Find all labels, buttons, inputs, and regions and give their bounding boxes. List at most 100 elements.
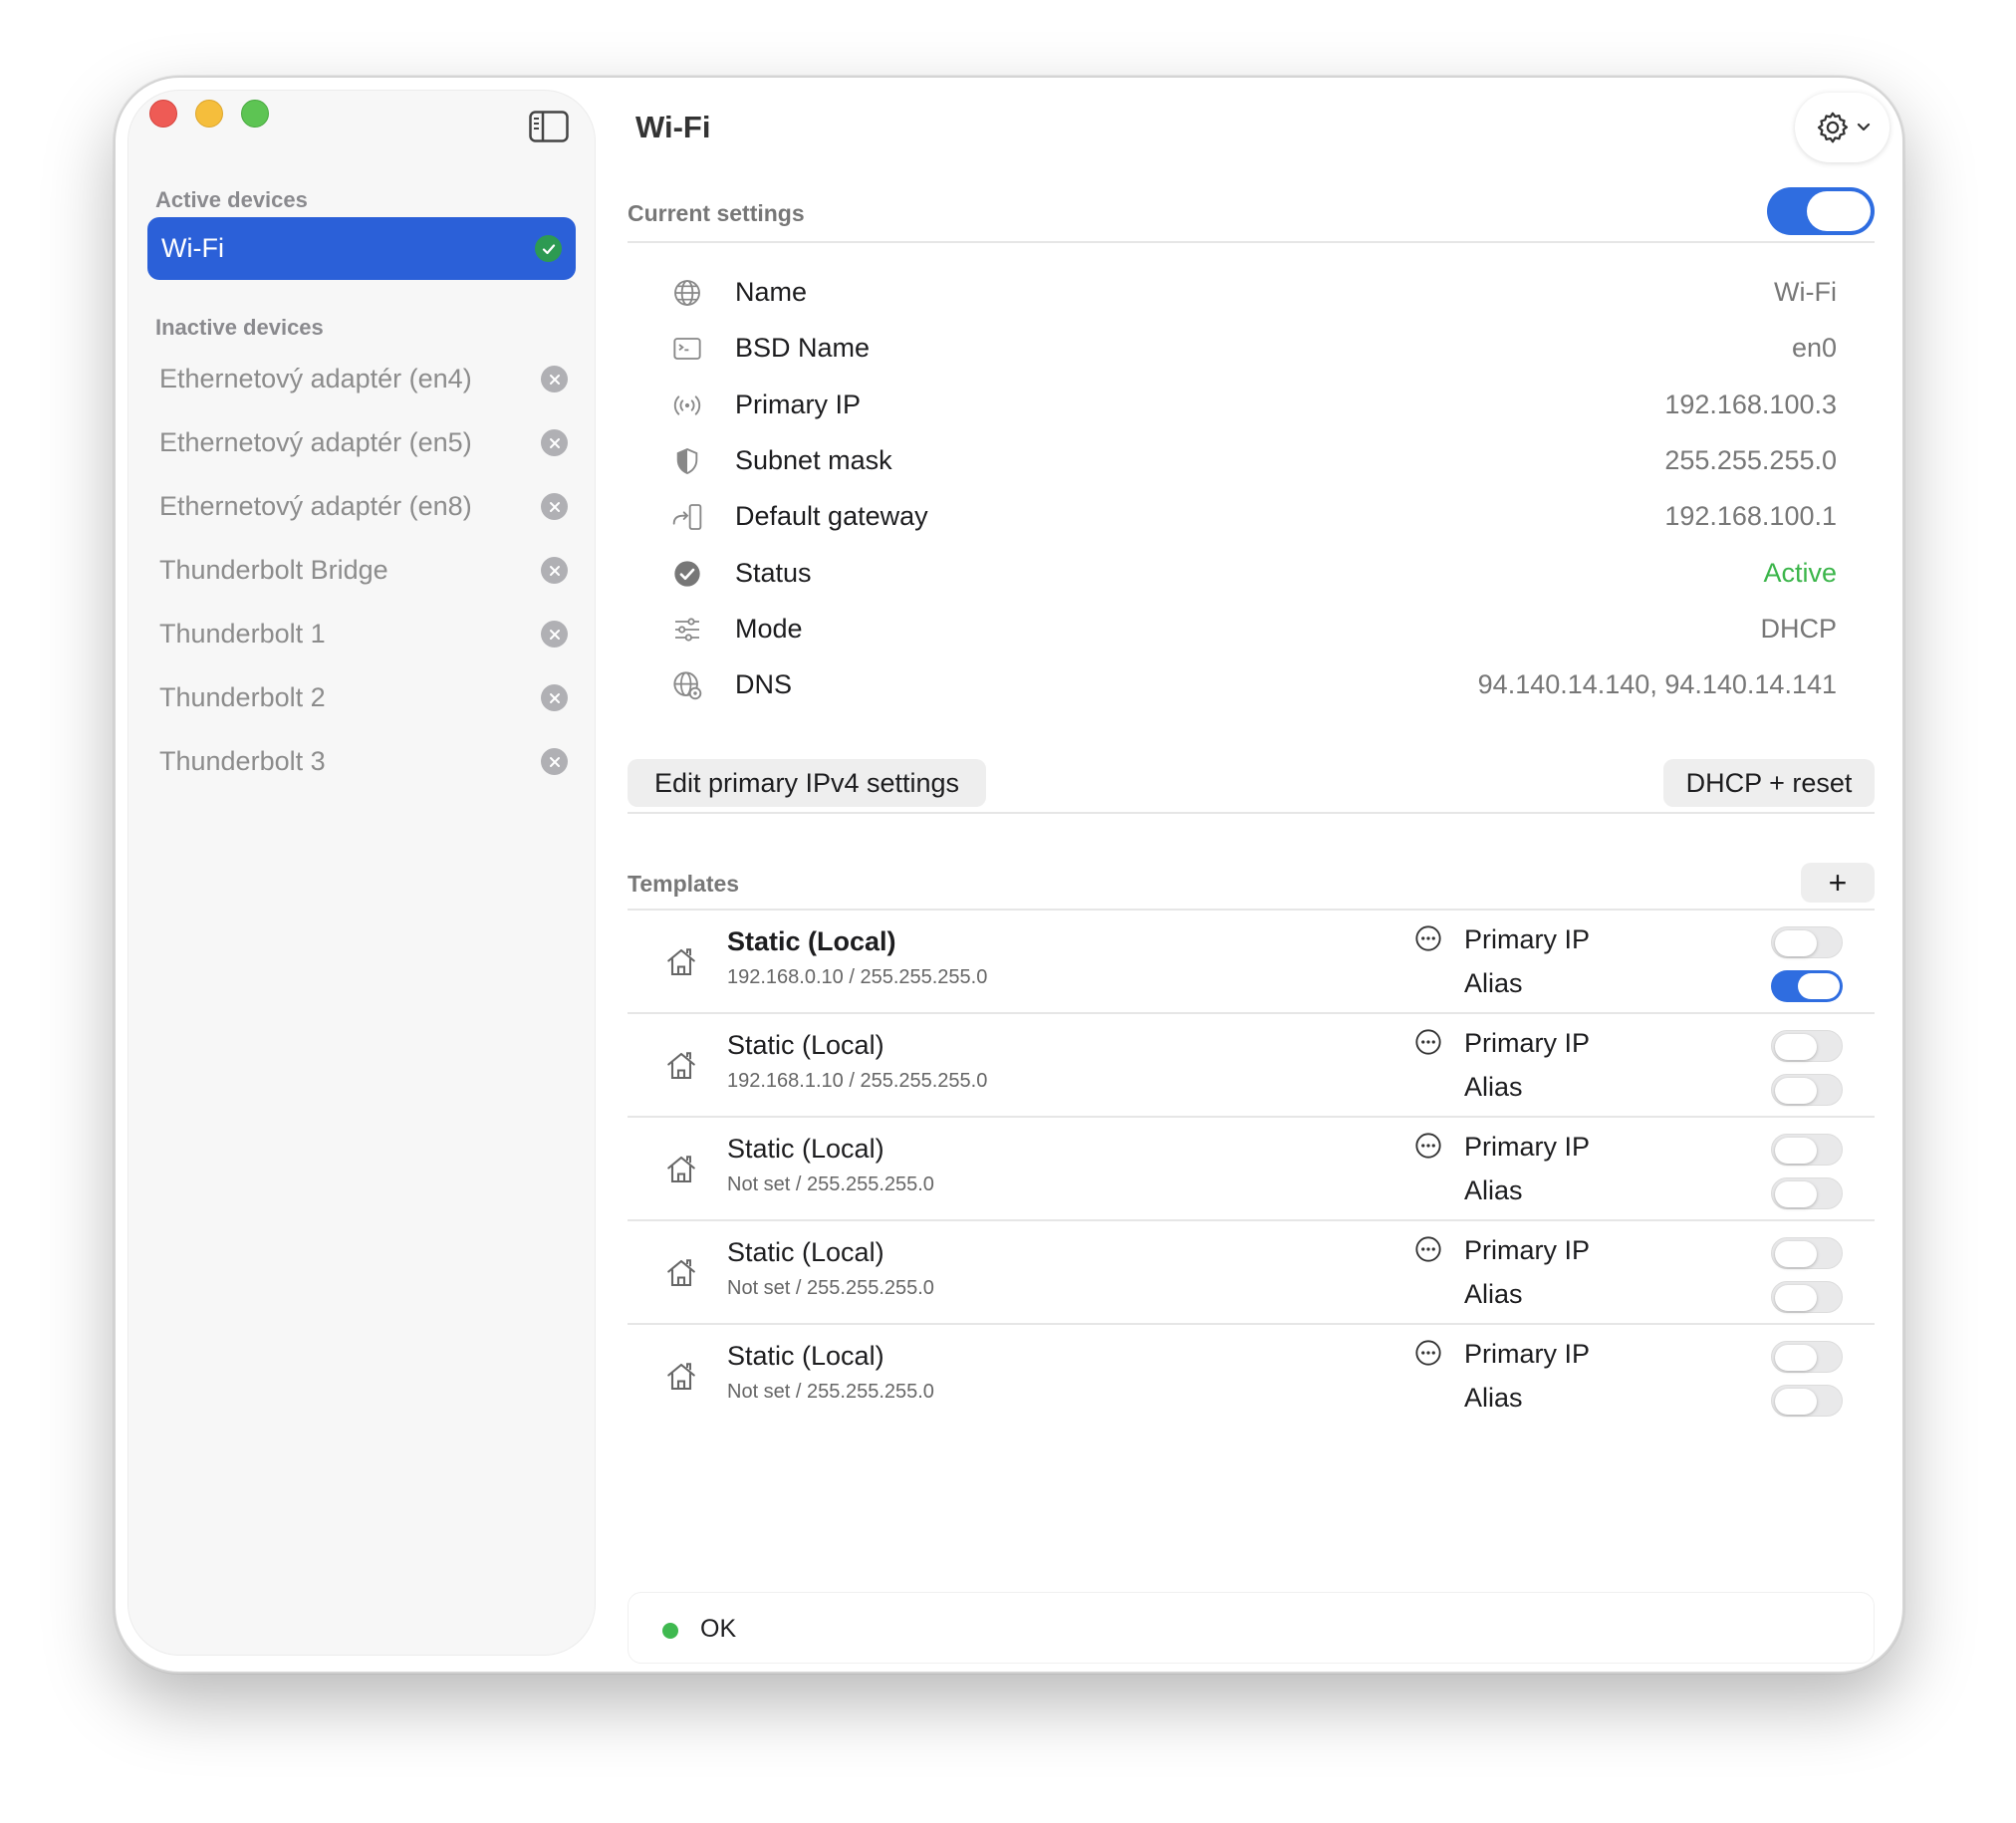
window-controls xyxy=(149,100,269,128)
info-label: Primary IP xyxy=(735,389,862,419)
house-icon xyxy=(663,1152,699,1187)
template-subtitle: Not set / 255.255.255.0 xyxy=(727,1277,934,1299)
primary-ip-toggle[interactable] xyxy=(1771,1134,1843,1166)
divider xyxy=(628,241,1875,243)
house-icon xyxy=(663,1359,699,1395)
more-options-icon[interactable] xyxy=(1414,1132,1442,1160)
disconnected-x-icon xyxy=(541,366,568,392)
house-icon xyxy=(663,1255,699,1291)
template-subtitle: 192.168.1.10 / 255.255.255.0 xyxy=(727,1070,988,1092)
sidebar-item-label: Thunderbolt Bridge xyxy=(159,555,388,585)
inactive-devices-heading: Inactive devices xyxy=(155,315,324,340)
template-name: Static (Local) xyxy=(727,1341,884,1371)
sidebar-item-device[interactable]: Ethernetový adaptér (en8) xyxy=(159,486,568,526)
template-row[interactable]: Static (Local) 192.168.1.10 / 255.255.255… xyxy=(628,1014,1875,1118)
template-row[interactable]: Static (Local) 192.168.0.10 / 255.255.255… xyxy=(628,911,1875,1014)
add-template-button[interactable]: + xyxy=(1801,863,1875,903)
gear-icon xyxy=(1817,112,1848,143)
more-options-icon[interactable] xyxy=(1414,924,1442,952)
sidebar-item-label: Thunderbolt 2 xyxy=(159,682,326,712)
info-row-mode: Mode DHCP xyxy=(671,610,1837,650)
more-options-icon[interactable] xyxy=(1414,1028,1442,1056)
info-value: 94.140.14.140, 94.140.14.141 xyxy=(1477,669,1837,700)
gateway-icon xyxy=(671,501,703,533)
primary-ip-toggle[interactable] xyxy=(1771,1341,1843,1373)
status-dot xyxy=(662,1623,678,1639)
disconnected-x-icon xyxy=(541,557,568,584)
sidebar-item-device[interactable]: Thunderbolt 1 xyxy=(159,614,568,653)
sidebar-item-label: Ethernetový adaptér (en4) xyxy=(159,364,472,393)
info-label: Name xyxy=(735,277,808,307)
sidebar-item-label: Thunderbolt 1 xyxy=(159,619,326,649)
primary-ip-toggle[interactable] xyxy=(1771,1237,1843,1269)
info-value: Wi-Fi xyxy=(1774,277,1837,307)
terminal-icon xyxy=(671,333,703,365)
active-devices-heading: Active devices xyxy=(155,187,308,212)
sidebar-item-label: Thunderbolt 3 xyxy=(159,746,326,776)
alias-toggle[interactable] xyxy=(1771,1074,1843,1106)
close-window-button[interactable] xyxy=(149,100,177,128)
current-settings-toggle[interactable] xyxy=(1767,187,1875,235)
status-bar: OK xyxy=(628,1592,1875,1664)
sliders-icon xyxy=(671,614,703,646)
info-value: DHCP xyxy=(1760,613,1837,644)
templates-heading: Templates xyxy=(628,871,740,897)
template-row[interactable]: Static (Local) Not set / 255.255.255.0 Pri… xyxy=(628,1221,1875,1325)
template-row[interactable]: Static (Local) Not set / 255.255.255.0 Pri… xyxy=(628,1118,1875,1221)
info-value: 192.168.100.1 xyxy=(1664,501,1837,532)
globe-icon xyxy=(671,277,703,309)
sidebar-item-wifi[interactable]: Wi-Fi xyxy=(147,217,576,280)
info-label: DNS xyxy=(735,669,793,700)
edit-ipv4-button[interactable]: Edit primary IPv4 settings xyxy=(628,759,986,807)
sidebar-item-label: Ethernetový adaptér (en8) xyxy=(159,491,472,521)
info-row-dns: DNS 94.140.14.140, 94.140.14.141 xyxy=(671,665,1837,705)
primary-ip-label: Primary IP xyxy=(1464,1235,1591,1265)
more-options-icon[interactable] xyxy=(1414,1235,1442,1263)
template-row[interactable]: Static (Local) Not set / 255.255.255.0 Pri… xyxy=(628,1325,1875,1429)
info-row-name: Name Wi-Fi xyxy=(671,273,1837,313)
house-icon xyxy=(663,1048,699,1084)
dhcp-reset-button[interactable]: DHCP + reset xyxy=(1663,759,1875,807)
settings-menu-button[interactable] xyxy=(1795,93,1890,162)
sidebar-item-label: Ethernetový adaptér (en5) xyxy=(159,427,472,457)
alias-label: Alias xyxy=(1464,968,1523,998)
zoom-window-button[interactable] xyxy=(241,100,269,128)
antenna-icon xyxy=(671,390,703,421)
current-settings-heading: Current settings xyxy=(628,200,805,226)
info-label: Subnet mask xyxy=(735,444,892,475)
info-row-status: Status Active xyxy=(671,554,1837,594)
info-label: BSD Name xyxy=(735,333,871,364)
sidebar-item-device[interactable]: Ethernetový adaptér (en4) xyxy=(159,359,568,398)
info-label: Default gateway xyxy=(735,501,928,532)
disconnected-x-icon xyxy=(541,429,568,456)
check-circle-icon xyxy=(535,235,562,262)
alias-toggle[interactable] xyxy=(1771,1281,1843,1313)
alias-toggle[interactable] xyxy=(1771,1177,1843,1209)
minimize-window-button[interactable] xyxy=(195,100,223,128)
alias-toggle[interactable] xyxy=(1771,970,1843,1002)
template-name: Static (Local) xyxy=(727,926,896,956)
alias-label: Alias xyxy=(1464,1175,1523,1205)
template-subtitle: Not set / 255.255.255.0 xyxy=(727,1381,934,1403)
sidebar-toggle-icon[interactable] xyxy=(529,111,569,142)
sidebar-item-device[interactable]: Thunderbolt 3 xyxy=(159,741,568,781)
alias-label: Alias xyxy=(1464,1279,1523,1309)
sidebar-item-device[interactable]: Ethernetový adaptér (en5) xyxy=(159,422,568,462)
more-options-icon[interactable] xyxy=(1414,1339,1442,1367)
alias-toggle[interactable] xyxy=(1771,1385,1843,1417)
divider xyxy=(628,812,1875,814)
primary-ip-toggle[interactable] xyxy=(1771,926,1843,958)
checkmark-circle-icon xyxy=(671,558,703,590)
info-row-bsd-name: BSD Name en0 xyxy=(671,329,1837,369)
info-value: 255.255.255.0 xyxy=(1664,444,1837,475)
alias-label: Alias xyxy=(1464,1383,1523,1413)
sidebar-item-label: Wi-Fi xyxy=(161,233,224,263)
info-value: 192.168.100.3 xyxy=(1664,389,1837,419)
info-value: en0 xyxy=(1791,333,1837,364)
sidebar-item-device[interactable]: Thunderbolt 2 xyxy=(159,677,568,717)
dns-globe-icon xyxy=(671,669,703,701)
primary-ip-toggle[interactable] xyxy=(1771,1030,1843,1062)
sidebar-item-device[interactable]: Thunderbolt Bridge xyxy=(159,550,568,590)
template-name: Static (Local) xyxy=(727,1030,884,1060)
alias-label: Alias xyxy=(1464,1072,1523,1102)
